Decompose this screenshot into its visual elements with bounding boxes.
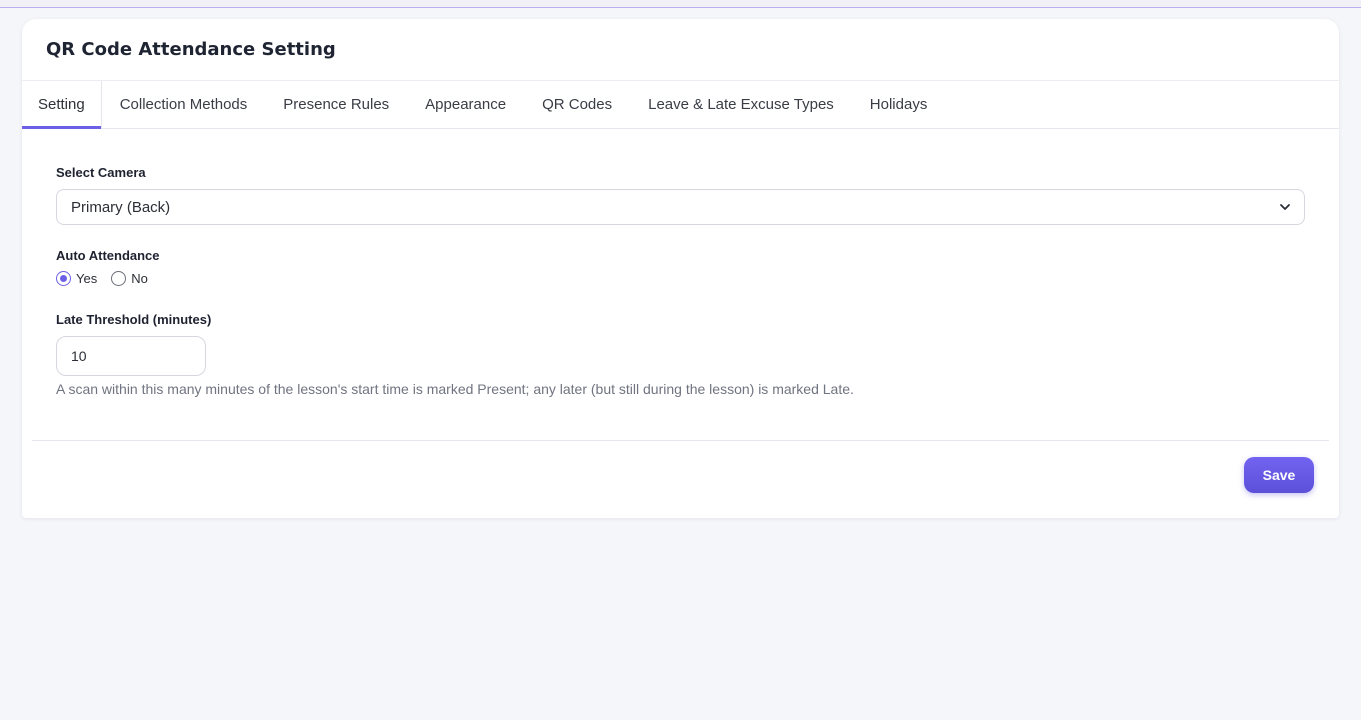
- select-camera-label: Select Camera: [56, 165, 146, 180]
- settings-form: Select Camera Primary (Back) Auto Attend…: [22, 129, 1339, 397]
- tab-label: Appearance: [425, 96, 507, 113]
- tab-collection-methods[interactable]: Collection Methods: [102, 81, 266, 128]
- late-threshold-label: Late Threshold (minutes): [56, 312, 212, 327]
- save-button[interactable]: Save: [1244, 457, 1314, 493]
- radio-checked-icon[interactable]: [56, 271, 71, 286]
- auto-attendance-label: Auto Attendance: [56, 248, 160, 263]
- card-header: QR Code Attendance Setting: [22, 19, 1339, 81]
- tab-label: Collection Methods: [119, 96, 248, 113]
- chevron-down-icon: [1280, 204, 1290, 210]
- late-threshold-value: 10: [71, 348, 87, 364]
- tab-setting[interactable]: Setting: [22, 81, 102, 129]
- auto-attendance-radios: Yes No: [56, 271, 1305, 286]
- settings-card: QR Code Attendance Setting Setting Colle…: [22, 19, 1339, 518]
- auto-attendance-no[interactable]: No: [111, 271, 148, 286]
- auto-attendance-group: Auto Attendance Yes No: [56, 248, 1305, 286]
- footer-divider: [32, 440, 1329, 441]
- radio-label-no: No: [131, 271, 148, 286]
- late-threshold-input[interactable]: 10: [56, 336, 206, 376]
- tab-bar: Setting Collection Methods Presence Rule…: [22, 81, 1339, 129]
- radio-label-yes: Yes: [76, 271, 98, 286]
- tab-label: Presence Rules: [283, 96, 390, 113]
- tab-label: QR Codes: [542, 96, 613, 113]
- camera-select[interactable]: Primary (Back): [56, 189, 1305, 225]
- auto-attendance-yes[interactable]: Yes: [56, 271, 97, 286]
- radio-unchecked-icon[interactable]: [111, 271, 127, 286]
- tab-label: Setting: [38, 96, 85, 113]
- tab-leave-late-excuse-types[interactable]: Leave & Late Excuse Types: [630, 81, 852, 128]
- tab-appearance[interactable]: Appearance: [407, 81, 524, 128]
- tab-label: Holidays: [869, 96, 928, 113]
- tab-presence-rules[interactable]: Presence Rules: [265, 81, 407, 128]
- top-accent-line: [0, 0, 1361, 8]
- late-threshold-help: A scan within this many minutes of the l…: [56, 381, 854, 397]
- camera-select-value: Primary (Back): [71, 198, 171, 216]
- tab-label: Leave & Late Excuse Types: [648, 96, 834, 113]
- tab-qr-codes[interactable]: QR Codes: [524, 81, 630, 128]
- late-threshold-group: Late Threshold (minutes) 10 A scan withi…: [56, 312, 1305, 397]
- page-title: QR Code Attendance Setting: [46, 39, 336, 60]
- tab-holidays[interactable]: Holidays: [852, 81, 946, 128]
